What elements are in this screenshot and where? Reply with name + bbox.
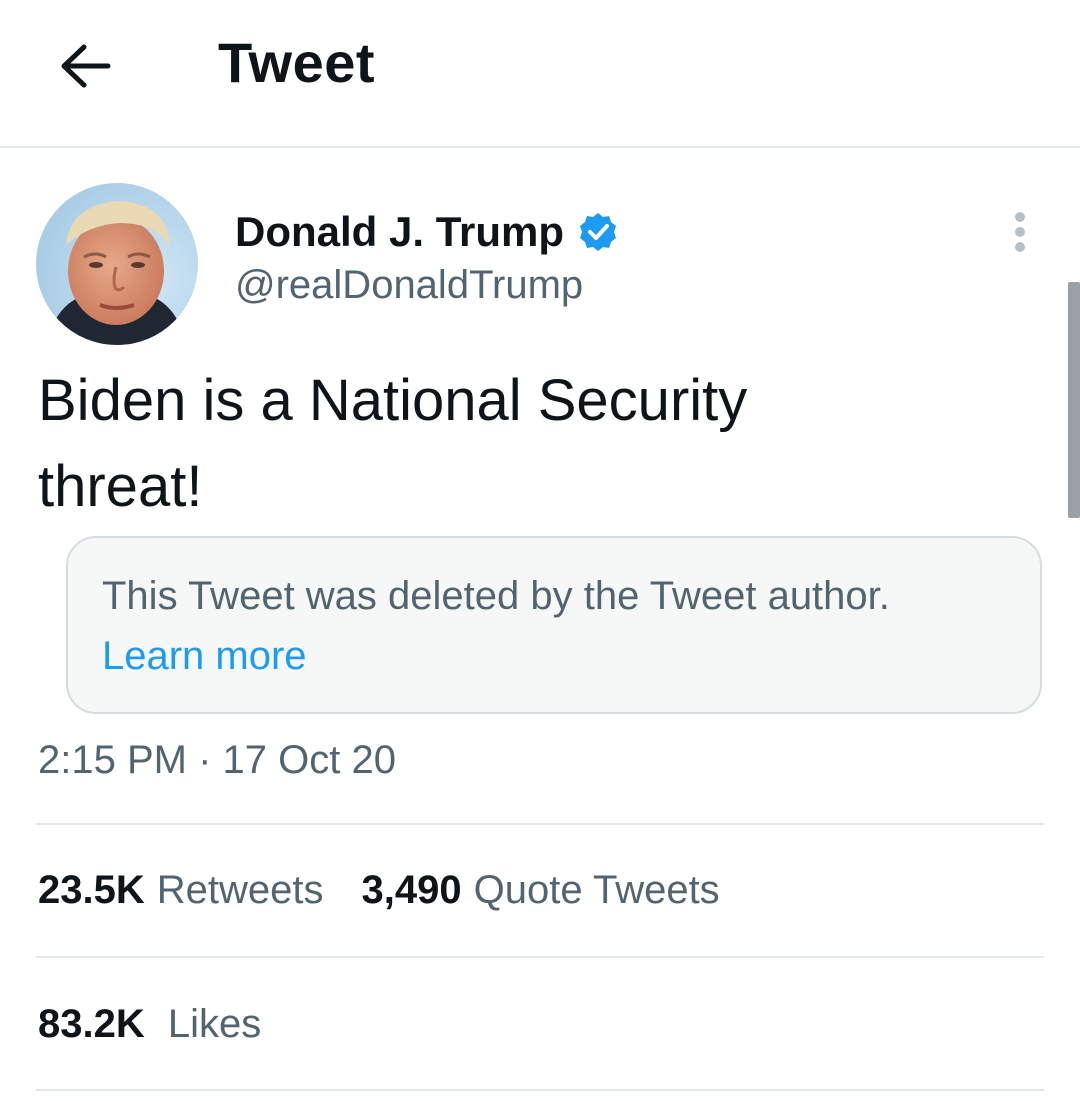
tweet-text: Biden is a National Security threat! [38,358,998,530]
quote-tweets-label: Quote Tweets [473,868,720,912]
page-title: Tweet [218,31,376,94]
deleted-tweet-notice: This Tweet was deleted by the Tweet auth… [66,536,1042,714]
tweet-text-line: Biden is a National Security [38,368,748,433]
likes-count: 83.2K [38,1002,145,1046]
deleted-notice-text: This Tweet was deleted by the Tweet auth… [102,574,890,618]
learn-more-link[interactable]: Learn more [102,634,307,679]
engagement-stats: 23.5K Retweets 3,490 Quote Tweets [38,868,720,913]
arrow-left-icon [58,43,112,94]
scrollbar-thumb[interactable] [1068,282,1080,518]
quote-tweets-stat[interactable]: 3,490 Quote Tweets [362,868,720,913]
likes-stat[interactable]: 83.2K Likes [38,1002,261,1047]
tweet-text-line: threat! [38,454,203,519]
retweets-label: Retweets [156,868,324,912]
likes-label: Likes [167,1002,262,1046]
quote-tweets-count: 3,490 [361,868,462,912]
author-name-row[interactable]: Donald J. Trump [235,208,618,256]
author-handle[interactable]: @realDonaldTrump [235,263,583,308]
avatar[interactable] [36,183,198,345]
retweets-count: 23.5K [38,868,145,912]
divider [36,956,1044,958]
back-button[interactable] [50,38,120,98]
tweet-timestamp[interactable]: 2:15 PM · 17 Oct 20 [38,738,396,783]
verified-badge-icon [578,212,618,252]
author-name: Donald J. Trump [235,208,565,255]
top-app-bar: Tweet [0,0,1080,148]
more-vertical-icon [1010,209,1030,260]
divider [36,823,1044,825]
retweets-stat[interactable]: 23.5K Retweets [38,868,324,913]
divider [36,1089,1044,1091]
more-options-button[interactable] [1000,206,1040,262]
